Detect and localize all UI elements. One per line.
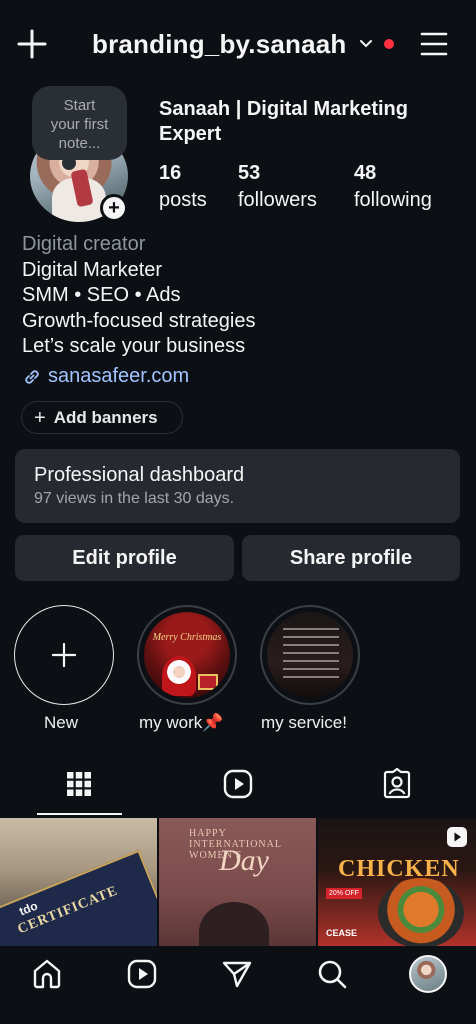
profile-tabs bbox=[0, 760, 476, 816]
display-name: Sanaah | Digital Marketing Expert bbox=[159, 98, 408, 145]
stat-value: 48 bbox=[354, 162, 377, 184]
plus-icon[interactable] bbox=[14, 26, 50, 62]
highlight-ring: Merry Christmas bbox=[137, 605, 237, 705]
post-tile[interactable]: tdo CERTIFICATE bbox=[0, 818, 157, 946]
highlight-cover bbox=[267, 612, 353, 698]
stat-label: posts bbox=[159, 189, 207, 211]
highlight-my-work[interactable]: Merry Christmas my work📌 bbox=[137, 605, 237, 732]
reel-tile[interactable]: CHICKEN 20% OFF CEASE bbox=[318, 818, 476, 946]
professional-dashboard[interactable]: Professional dashboard 97 views in the l… bbox=[15, 449, 460, 523]
certificate-graphic: tdo CERTIFICATE bbox=[0, 849, 157, 946]
gift-box bbox=[198, 674, 218, 690]
plus-icon: + bbox=[34, 406, 46, 429]
username-title[interactable]: branding_by.sanaah bbox=[92, 26, 347, 62]
dashboard-title: Professional dashboard bbox=[34, 464, 245, 486]
food-title: CHICKEN bbox=[338, 856, 460, 882]
reels-icon bbox=[447, 827, 467, 847]
add-banners-label: Add banners bbox=[53, 407, 158, 427]
highlight-cover: Merry Christmas bbox=[144, 612, 230, 698]
search-icon[interactable] bbox=[316, 958, 348, 990]
add-story-button[interactable]: + bbox=[100, 194, 128, 222]
posts-grid: tdo CERTIFICATE HAPPY INTERNATIONAL WOME… bbox=[0, 818, 476, 946]
food-bowl bbox=[378, 878, 464, 946]
notification-dot bbox=[384, 39, 394, 49]
share-profile-button[interactable]: Share profile bbox=[242, 535, 460, 581]
stat-value: 53 bbox=[238, 162, 261, 184]
home-icon[interactable] bbox=[31, 958, 63, 990]
highlight-label: my service! bbox=[261, 713, 347, 732]
post-tile[interactable]: HAPPY INTERNATIONAL WOMEN'S Day bbox=[159, 818, 316, 946]
stat-label: following bbox=[354, 189, 432, 211]
womens-day-happy: HAPPY bbox=[189, 828, 227, 839]
bio-line: Growth-focused strategies bbox=[22, 309, 256, 332]
highlight-my-service[interactable]: my service! bbox=[260, 605, 360, 732]
send-icon[interactable] bbox=[221, 958, 253, 990]
reels-icon[interactable] bbox=[222, 768, 254, 800]
bio-line: SMM • SEO • Ads bbox=[22, 284, 181, 306]
chevron-down-icon[interactable] bbox=[358, 36, 374, 52]
grid-icon[interactable] bbox=[63, 768, 95, 800]
profile-avatar[interactable] bbox=[409, 955, 447, 993]
add-banners-button[interactable]: + Add banners bbox=[21, 401, 183, 434]
stat-value: 16 bbox=[159, 162, 182, 184]
illustration-figure bbox=[199, 902, 269, 946]
link-text: sanasafeer.com bbox=[48, 365, 190, 387]
stat-following[interactable]: 48 following bbox=[354, 160, 432, 214]
new-highlight-circle bbox=[14, 605, 114, 705]
tagged-icon[interactable] bbox=[381, 768, 413, 800]
dashboard-subtitle: 97 views in the last 30 days. bbox=[34, 490, 235, 507]
stat-posts[interactable]: 16 posts bbox=[159, 160, 207, 214]
top-bar: branding_by.sanaah bbox=[0, 0, 476, 88]
highlight-label: my work📌 bbox=[139, 713, 224, 732]
link-icon bbox=[25, 369, 39, 384]
reels-icon[interactable] bbox=[126, 958, 158, 990]
menu-icon[interactable] bbox=[418, 28, 450, 60]
plus-icon bbox=[51, 642, 77, 668]
discount-tag: 20% OFF bbox=[326, 888, 362, 899]
bottom-navigation bbox=[0, 946, 476, 1024]
bio: Digital creator Digital Marketer SMM • S… bbox=[22, 232, 462, 360]
edit-profile-button[interactable]: Edit profile bbox=[15, 535, 234, 581]
category-label: Digital creator bbox=[22, 233, 146, 255]
santa-figure bbox=[162, 656, 196, 696]
bio-link[interactable]: sanasafeer.com bbox=[22, 364, 189, 389]
cover-lines bbox=[283, 628, 339, 678]
stat-label: followers bbox=[238, 189, 317, 211]
highlight-ring bbox=[260, 605, 360, 705]
highlight-new[interactable]: New bbox=[14, 605, 114, 732]
cover-text: Merry Christmas bbox=[152, 632, 222, 643]
bio-line: Digital Marketer bbox=[22, 258, 163, 281]
stat-followers[interactable]: 53 followers bbox=[238, 160, 317, 214]
active-tab-indicator bbox=[37, 813, 122, 815]
note-placeholder: Start your first note... bbox=[50, 97, 109, 152]
note-bubble[interactable]: Start your first note... bbox=[32, 86, 127, 170]
bio-line: Let’s scale your business bbox=[22, 335, 246, 357]
food-caption: CEASE bbox=[326, 928, 358, 938]
highlight-label: New bbox=[44, 713, 79, 732]
womens-day-script: Day bbox=[219, 844, 269, 877]
